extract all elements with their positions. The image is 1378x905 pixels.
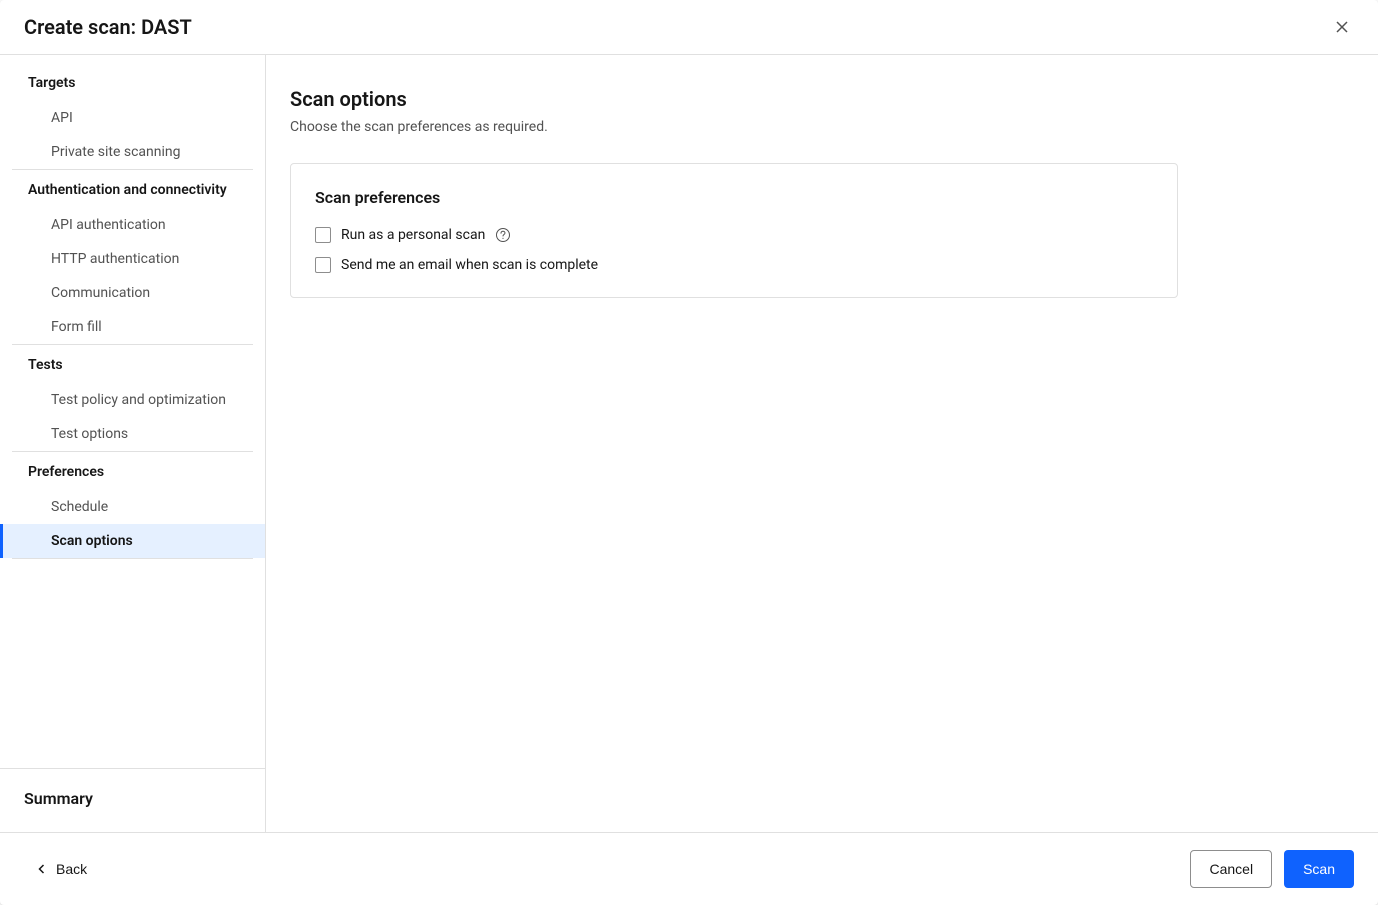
back-label: Back — [56, 861, 87, 877]
modal-footer: Back Cancel Scan — [0, 832, 1378, 905]
close-button[interactable] — [1330, 15, 1354, 39]
footer-actions: Cancel Scan — [1190, 850, 1354, 888]
sidebar-item-http-authentication[interactable]: HTTP authentication — [0, 242, 265, 276]
card-title: Scan preferences — [315, 188, 1153, 207]
checkbox-row-personal-scan: Run as a personal scan — [315, 227, 1153, 243]
sidebar-summary[interactable]: Summary — [0, 768, 265, 832]
sidebar-item-test-policy[interactable]: Test policy and optimization — [0, 383, 265, 417]
checkbox-row-email: Send me an email when scan is complete — [315, 257, 1153, 273]
help-icon[interactable] — [495, 227, 511, 243]
checkbox-email-complete[interactable] — [315, 257, 331, 273]
section-header-auth: Authentication and connectivity — [12, 170, 253, 208]
cancel-button[interactable]: Cancel — [1190, 850, 1272, 888]
modal-title: Create scan: DAST — [24, 15, 192, 39]
section-header-preferences: Preferences — [12, 452, 253, 490]
modal-header: Create scan: DAST — [0, 0, 1378, 55]
sidebar-item-form-fill[interactable]: Form fill — [0, 310, 265, 344]
sidebar-item-api-authentication[interactable]: API authentication — [0, 208, 265, 242]
sidebar-item-scan-options[interactable]: Scan options — [0, 524, 265, 558]
main-content: Scan options Choose the scan preferences… — [266, 55, 1378, 832]
main-subtitle: Choose the scan preferences as required. — [290, 119, 1378, 135]
sidebar-sections: Targets API Private site scanning Authen… — [0, 55, 265, 768]
sidebar-section-targets: Targets API Private site scanning — [0, 63, 265, 169]
question-circle-icon — [495, 227, 511, 243]
sidebar-section-preferences: Preferences Schedule Scan options — [0, 452, 265, 558]
section-header-tests: Tests — [12, 345, 253, 383]
chevron-left-icon — [36, 863, 48, 875]
checkbox-label-personal-scan: Run as a personal scan — [341, 227, 485, 243]
divider — [12, 558, 253, 559]
checkbox-personal-scan[interactable] — [315, 227, 331, 243]
create-scan-modal: Create scan: DAST Targets API Private si… — [0, 0, 1378, 905]
scan-preferences-card: Scan preferences Run as a personal scan — [290, 163, 1178, 298]
back-button[interactable]: Back — [24, 853, 99, 885]
sidebar-section-tests: Tests Test policy and optimization Test … — [0, 345, 265, 451]
sidebar-item-test-options[interactable]: Test options — [0, 417, 265, 451]
main-title: Scan options — [290, 87, 1378, 111]
sidebar-section-auth: Authentication and connectivity API auth… — [0, 170, 265, 344]
sidebar-item-communication[interactable]: Communication — [0, 276, 265, 310]
close-icon — [1334, 19, 1350, 35]
sidebar: Targets API Private site scanning Authen… — [0, 55, 266, 832]
sidebar-item-api[interactable]: API — [0, 101, 265, 135]
sidebar-item-private-site-scanning[interactable]: Private site scanning — [0, 135, 265, 169]
sidebar-summary-title: Summary — [24, 789, 241, 808]
section-header-targets: Targets — [12, 63, 253, 101]
modal-body: Targets API Private site scanning Authen… — [0, 55, 1378, 832]
sidebar-item-schedule[interactable]: Schedule — [0, 490, 265, 524]
scan-button[interactable]: Scan — [1284, 850, 1354, 888]
checkbox-label-email: Send me an email when scan is complete — [341, 257, 598, 273]
